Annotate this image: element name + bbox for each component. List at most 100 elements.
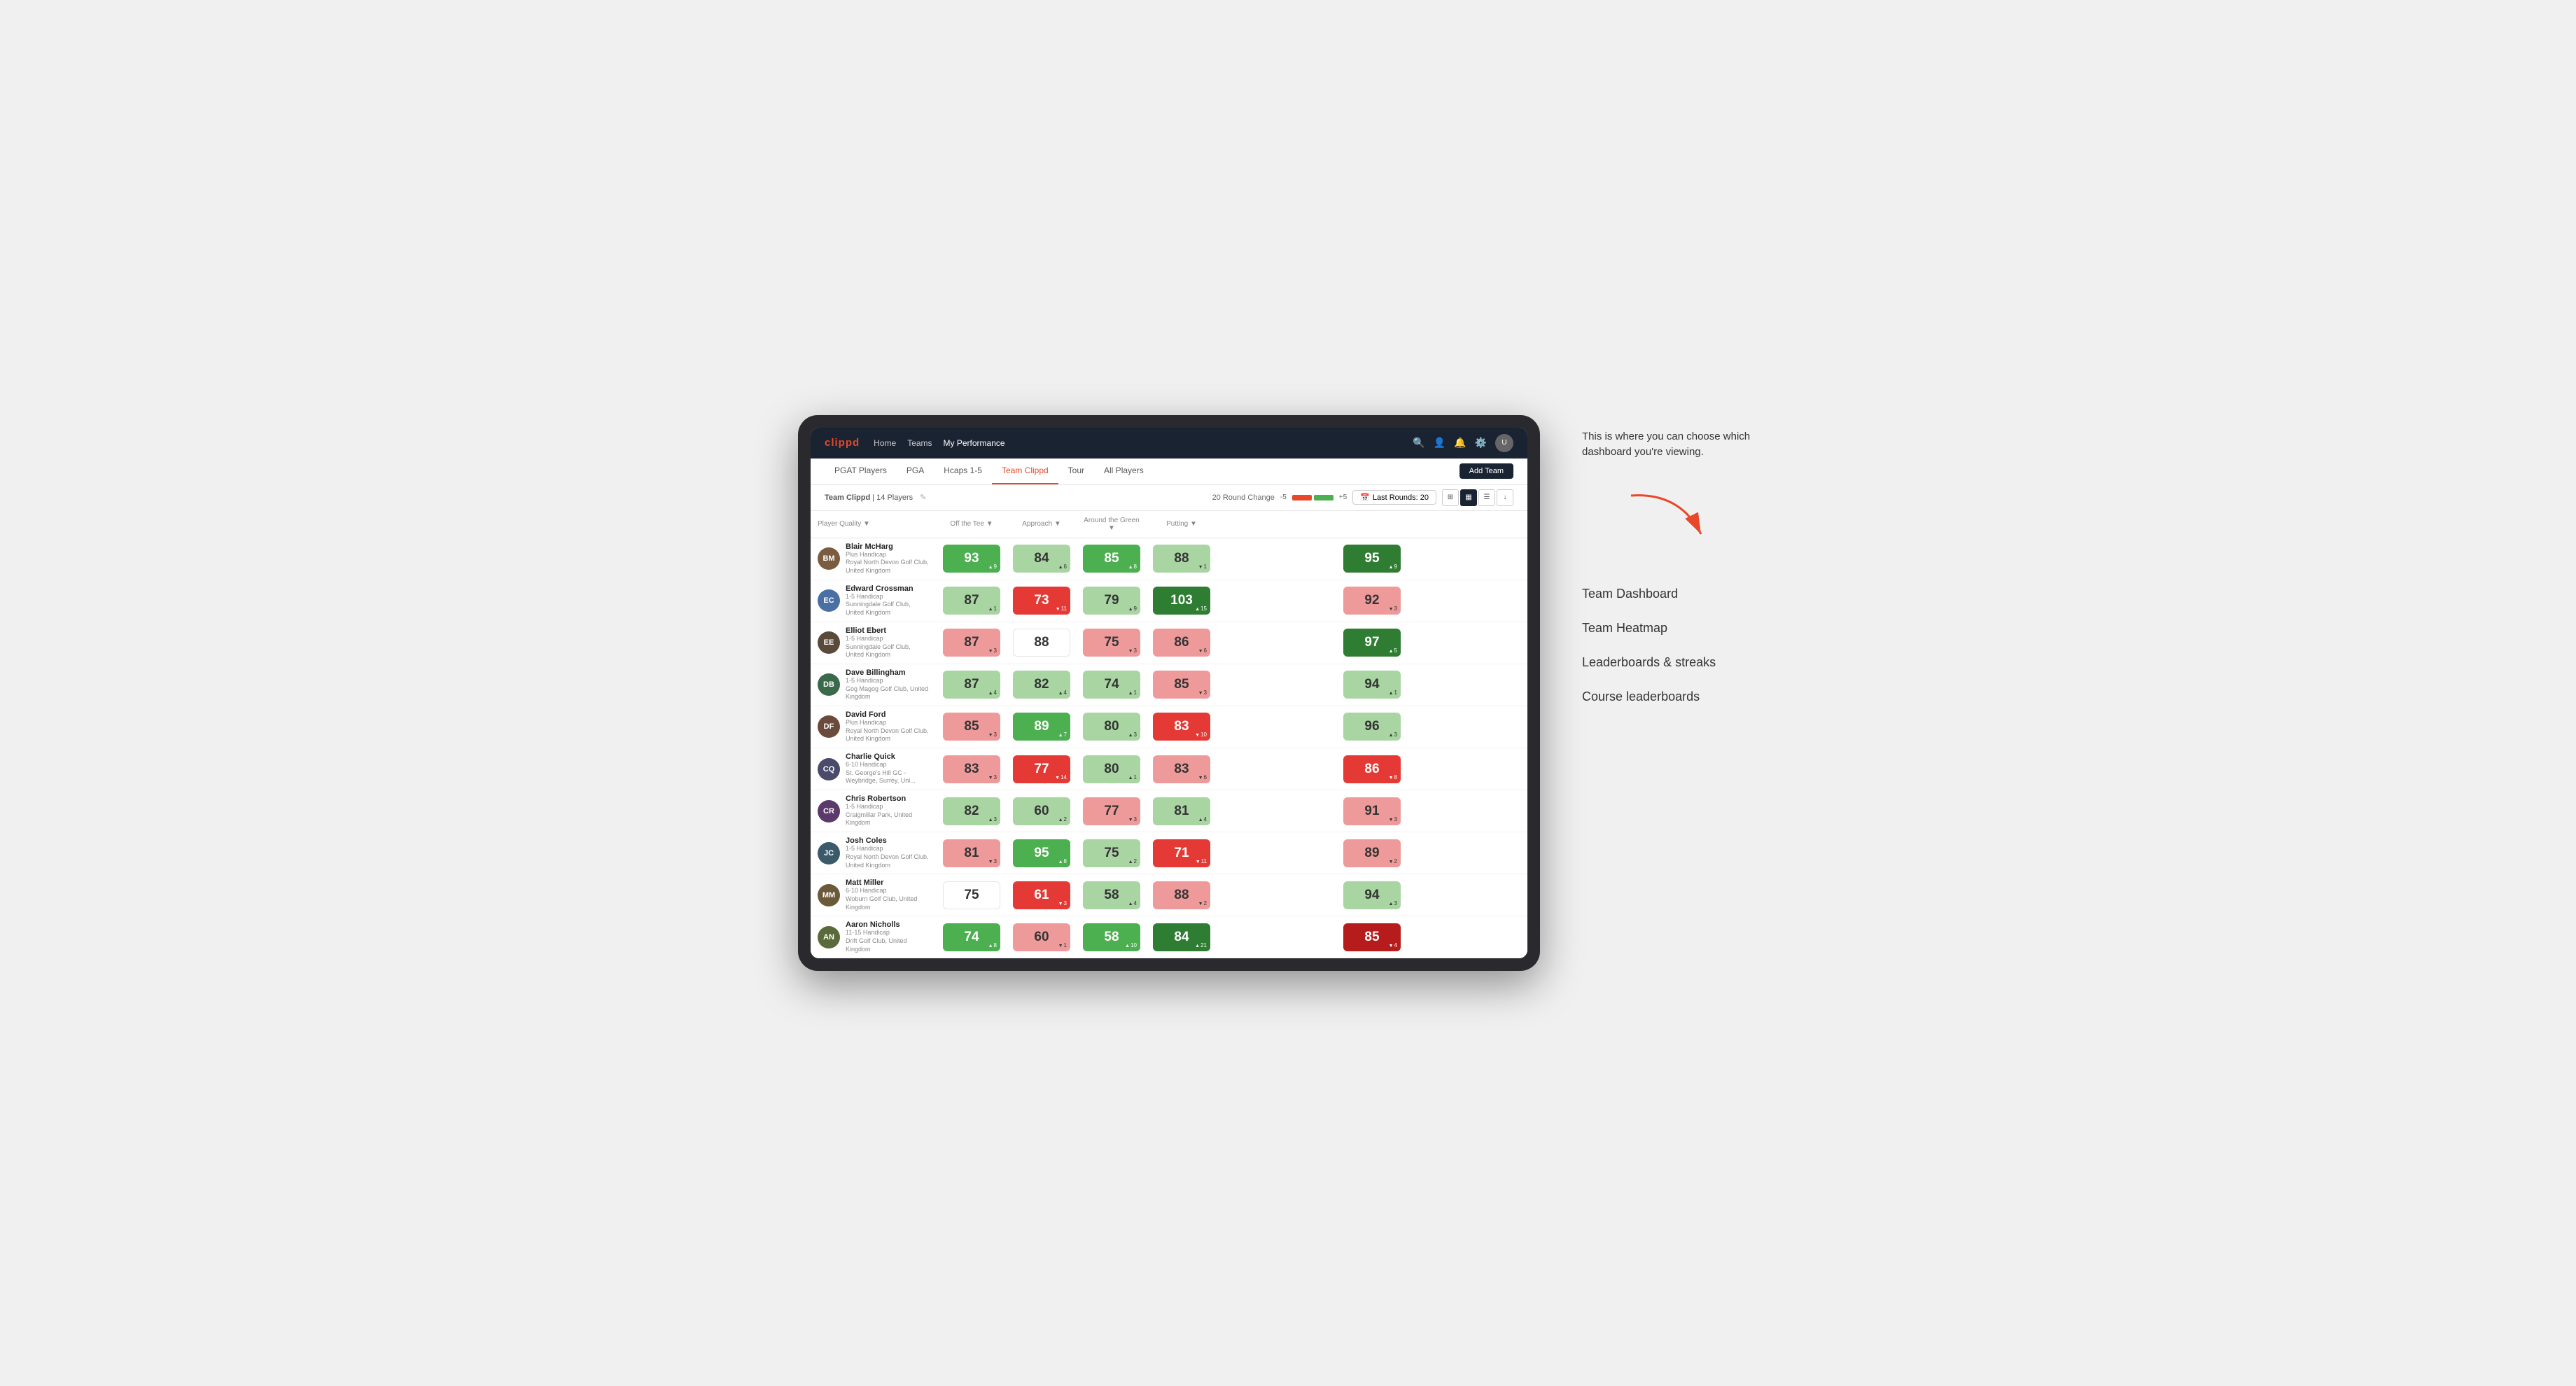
bell-icon[interactable]: 🔔 bbox=[1454, 437, 1466, 449]
score-cell-r2-c4: 97 5 bbox=[1217, 622, 1527, 664]
dashboard-item-leaderboards: Leaderboards & streaks bbox=[1582, 655, 1778, 670]
score-cell-r5-c0: 83 3 bbox=[937, 748, 1007, 790]
tabs-bar: PGAT Players PGA Hcaps 1-5 Team Clippd T… bbox=[811, 458, 1527, 485]
player-cell-2[interactable]: EE Elliot Ebert 1-5 Handicap Sunningdale… bbox=[811, 622, 937, 664]
score-value: 89 bbox=[1364, 846, 1379, 861]
tab-team-clippd[interactable]: Team Clippd bbox=[992, 458, 1058, 484]
player-avatar: DB bbox=[818, 673, 840, 696]
player-name: Dave Billingham bbox=[846, 668, 930, 677]
arrow-icon bbox=[1389, 564, 1394, 570]
arrow-icon bbox=[988, 942, 993, 948]
score-delta: 4 bbox=[1128, 900, 1137, 906]
arrow-icon bbox=[1198, 774, 1203, 780]
annotation-text: This is where you can choose which dashb… bbox=[1582, 429, 1778, 461]
score-box: 88 2 bbox=[1153, 881, 1210, 909]
nav-home[interactable]: Home bbox=[874, 438, 896, 448]
arrow-icon bbox=[1389, 648, 1394, 654]
grid-view-button[interactable]: ⊞ bbox=[1442, 489, 1459, 506]
player-avatar: EE bbox=[818, 631, 840, 654]
score-cell-r9-c3: 84 21 bbox=[1147, 916, 1217, 958]
score-box: 77 14 bbox=[1013, 755, 1070, 783]
tab-all-players[interactable]: All Players bbox=[1094, 458, 1154, 484]
last-rounds-button[interactable]: 📅 Last Rounds: 20 bbox=[1352, 490, 1436, 505]
score-cell-r6-c3: 81 4 bbox=[1147, 790, 1217, 832]
profile-icon[interactable]: 👤 bbox=[1434, 437, 1446, 449]
score-cell-r8-c1: 61 3 bbox=[1007, 874, 1077, 916]
avatar[interactable]: U bbox=[1495, 434, 1513, 452]
score-box: 74 1 bbox=[1083, 671, 1140, 699]
col-header-player[interactable]: Player Quality ▼ bbox=[811, 511, 937, 538]
score-delta: 21 bbox=[1195, 942, 1207, 948]
table-container: Player Quality ▼ Off the Tee ▼ Approach … bbox=[811, 511, 1527, 959]
arrow-icon bbox=[1195, 732, 1200, 738]
tab-pgat-players[interactable]: PGAT Players bbox=[825, 458, 897, 484]
score-cell-r1-c0: 87 1 bbox=[937, 580, 1007, 622]
arrow-icon bbox=[988, 648, 993, 654]
add-team-button[interactable]: Add Team bbox=[1460, 463, 1513, 479]
score-value: 74 bbox=[964, 930, 979, 945]
col-header-around-green[interactable]: Around the Green ▼ bbox=[1077, 511, 1147, 538]
player-cell-8[interactable]: MM Matt Miller 6-10 Handicap Woburn Golf… bbox=[811, 874, 937, 916]
score-delta: 9 bbox=[1128, 606, 1137, 612]
score-box: 83 10 bbox=[1153, 713, 1210, 741]
edit-icon[interactable]: ✎ bbox=[920, 493, 926, 502]
score-delta: 10 bbox=[1195, 732, 1207, 738]
score-cell-r1-c4: 92 3 bbox=[1217, 580, 1527, 622]
player-name: Blair McHarg bbox=[846, 542, 930, 551]
player-cell-3[interactable]: DB Dave Billingham 1-5 Handicap Gog Mago… bbox=[811, 664, 937, 706]
score-delta: 1 bbox=[1128, 774, 1137, 780]
score-box: 94 1 bbox=[1343, 671, 1401, 699]
table-view-button[interactable]: ▦ bbox=[1460, 489, 1477, 506]
arrow-icon bbox=[1389, 732, 1394, 738]
player-info: Chris Robertson 1-5 Handicap Craigmillar… bbox=[846, 794, 930, 827]
tab-pga[interactable]: PGA bbox=[897, 458, 934, 484]
tab-hcaps[interactable]: Hcaps 1-5 bbox=[934, 458, 992, 484]
col-header-approach[interactable]: Approach ▼ bbox=[1007, 511, 1077, 538]
nav-teams[interactable]: Teams bbox=[907, 438, 932, 448]
arrow-icon bbox=[1128, 858, 1133, 864]
score-cell-r5-c3: 83 6 bbox=[1147, 748, 1217, 790]
arrow-icon bbox=[1198, 564, 1203, 570]
player-avatar: CR bbox=[818, 800, 840, 822]
pos-bar bbox=[1314, 495, 1334, 500]
score-value: 60 bbox=[1034, 930, 1049, 945]
score-value: 85 bbox=[1174, 677, 1189, 692]
arrow-icon bbox=[988, 690, 993, 696]
arrow-icon bbox=[1128, 606, 1133, 612]
col-header-putting[interactable]: Putting ▼ bbox=[1147, 511, 1217, 538]
tab-tour[interactable]: Tour bbox=[1058, 458, 1094, 484]
score-delta: 3 bbox=[1389, 816, 1397, 822]
team-name-label: Team Clippd | 14 Players bbox=[825, 493, 913, 502]
player-cell-6[interactable]: CR Chris Robertson 1-5 Handicap Craigmil… bbox=[811, 790, 937, 832]
score-value: 83 bbox=[1174, 719, 1189, 734]
player-cell-0[interactable]: BM Blair McHarg Plus Handicap Royal Nort… bbox=[811, 538, 937, 580]
player-cell-5[interactable]: CQ Charlie Quick 6-10 Handicap St. Georg… bbox=[811, 748, 937, 790]
score-box: 92 3 bbox=[1343, 587, 1401, 615]
search-icon[interactable]: 🔍 bbox=[1413, 437, 1424, 449]
arrow-icon bbox=[1198, 816, 1203, 822]
score-cell-r3-c4: 94 1 bbox=[1217, 664, 1527, 706]
player-cell-1[interactable]: EC Edward Crossman 1-5 Handicap Sunningd… bbox=[811, 580, 937, 622]
settings-icon[interactable]: ⚙️ bbox=[1475, 437, 1487, 449]
score-delta: 1 bbox=[988, 606, 997, 612]
score-delta: 7 bbox=[1058, 732, 1067, 738]
player-cell-4[interactable]: DF David Ford Plus Handicap Royal North … bbox=[811, 706, 937, 748]
col-header-off-tee[interactable]: Off the Tee ▼ bbox=[937, 511, 1007, 538]
table-row: EC Edward Crossman 1-5 Handicap Sunningd… bbox=[811, 580, 1527, 622]
score-cell-r3-c2: 74 1 bbox=[1077, 664, 1147, 706]
player-info: Charlie Quick 6-10 Handicap St. George's… bbox=[846, 752, 930, 785]
score-cell-r3-c3: 85 3 bbox=[1147, 664, 1217, 706]
player-avatar: AN bbox=[818, 926, 840, 948]
score-value: 81 bbox=[1174, 804, 1189, 819]
player-cell-9[interactable]: AN Aaron Nicholls 11-15 Handicap Drift G… bbox=[811, 916, 937, 958]
arrow-icon bbox=[1195, 942, 1200, 948]
download-button[interactable]: ↓ bbox=[1497, 489, 1513, 506]
score-delta: 3 bbox=[988, 732, 997, 738]
player-cell-7[interactable]: JC Josh Coles 1-5 Handicap Royal North D… bbox=[811, 832, 937, 874]
list-view-button[interactable]: ☰ bbox=[1478, 489, 1495, 506]
score-cell-r4-c2: 80 3 bbox=[1077, 706, 1147, 748]
nav-my-performance[interactable]: My Performance bbox=[944, 438, 1005, 448]
arrow-icon bbox=[1196, 858, 1200, 864]
arrow-icon bbox=[988, 606, 993, 612]
score-box: 87 4 bbox=[943, 671, 1000, 699]
